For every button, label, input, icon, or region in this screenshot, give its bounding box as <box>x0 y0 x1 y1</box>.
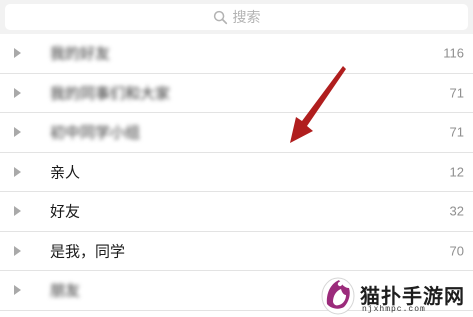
group-row[interactable]: 初中同学小组 71 <box>0 113 473 153</box>
watermark-logo <box>321 277 355 315</box>
group-name: 是我，同学 <box>50 242 126 261</box>
watermark: 猫扑手游网 njxhmpc.com <box>316 270 473 317</box>
search-bar: 搜索 <box>0 0 473 34</box>
group-count: 70 <box>449 243 464 259</box>
search-input[interactable]: 搜索 <box>5 4 468 30</box>
chevron-right-icon <box>14 285 21 296</box>
group-row[interactable]: 我的好友 116 <box>0 34 473 74</box>
group-count: 71 <box>449 124 464 140</box>
search-placeholder-group: 搜索 <box>213 7 261 27</box>
group-count: 12 <box>449 164 464 180</box>
chevron-right-icon <box>14 87 21 98</box>
group-row[interactable]: 是我，同学 70 <box>0 232 473 271</box>
chevron-right-icon <box>14 166 21 177</box>
search-icon <box>213 10 227 24</box>
search-placeholder: 搜索 <box>232 10 261 26</box>
group-name: 好友 <box>50 202 81 221</box>
contacts-screen: 搜索 我的好友 116 我的同事们和大家 71 初中同学小组 71 亲人 12 … <box>0 0 473 317</box>
group-count: 71 <box>449 85 464 101</box>
group-name: 初中同学小组 <box>50 123 141 142</box>
chevron-right-icon <box>14 127 21 138</box>
group-row[interactable]: 我的同事们和大家 71 <box>0 74 473 113</box>
group-name: 亲人 <box>50 163 81 182</box>
group-count: 32 <box>449 203 464 219</box>
group-name: 我的好友 <box>50 44 111 63</box>
group-name: 我的同事们和大家 <box>50 84 171 103</box>
group-count: 116 <box>443 45 464 61</box>
chevron-right-icon <box>14 48 21 59</box>
group-row[interactable]: 好友 32 <box>0 192 473 232</box>
group-name: 朋友 <box>50 281 81 300</box>
chevron-right-icon <box>14 245 21 256</box>
watermark-url: njxhmpc.com <box>362 305 426 314</box>
chevron-right-icon <box>14 206 21 217</box>
group-row[interactable]: 亲人 12 <box>0 153 473 192</box>
